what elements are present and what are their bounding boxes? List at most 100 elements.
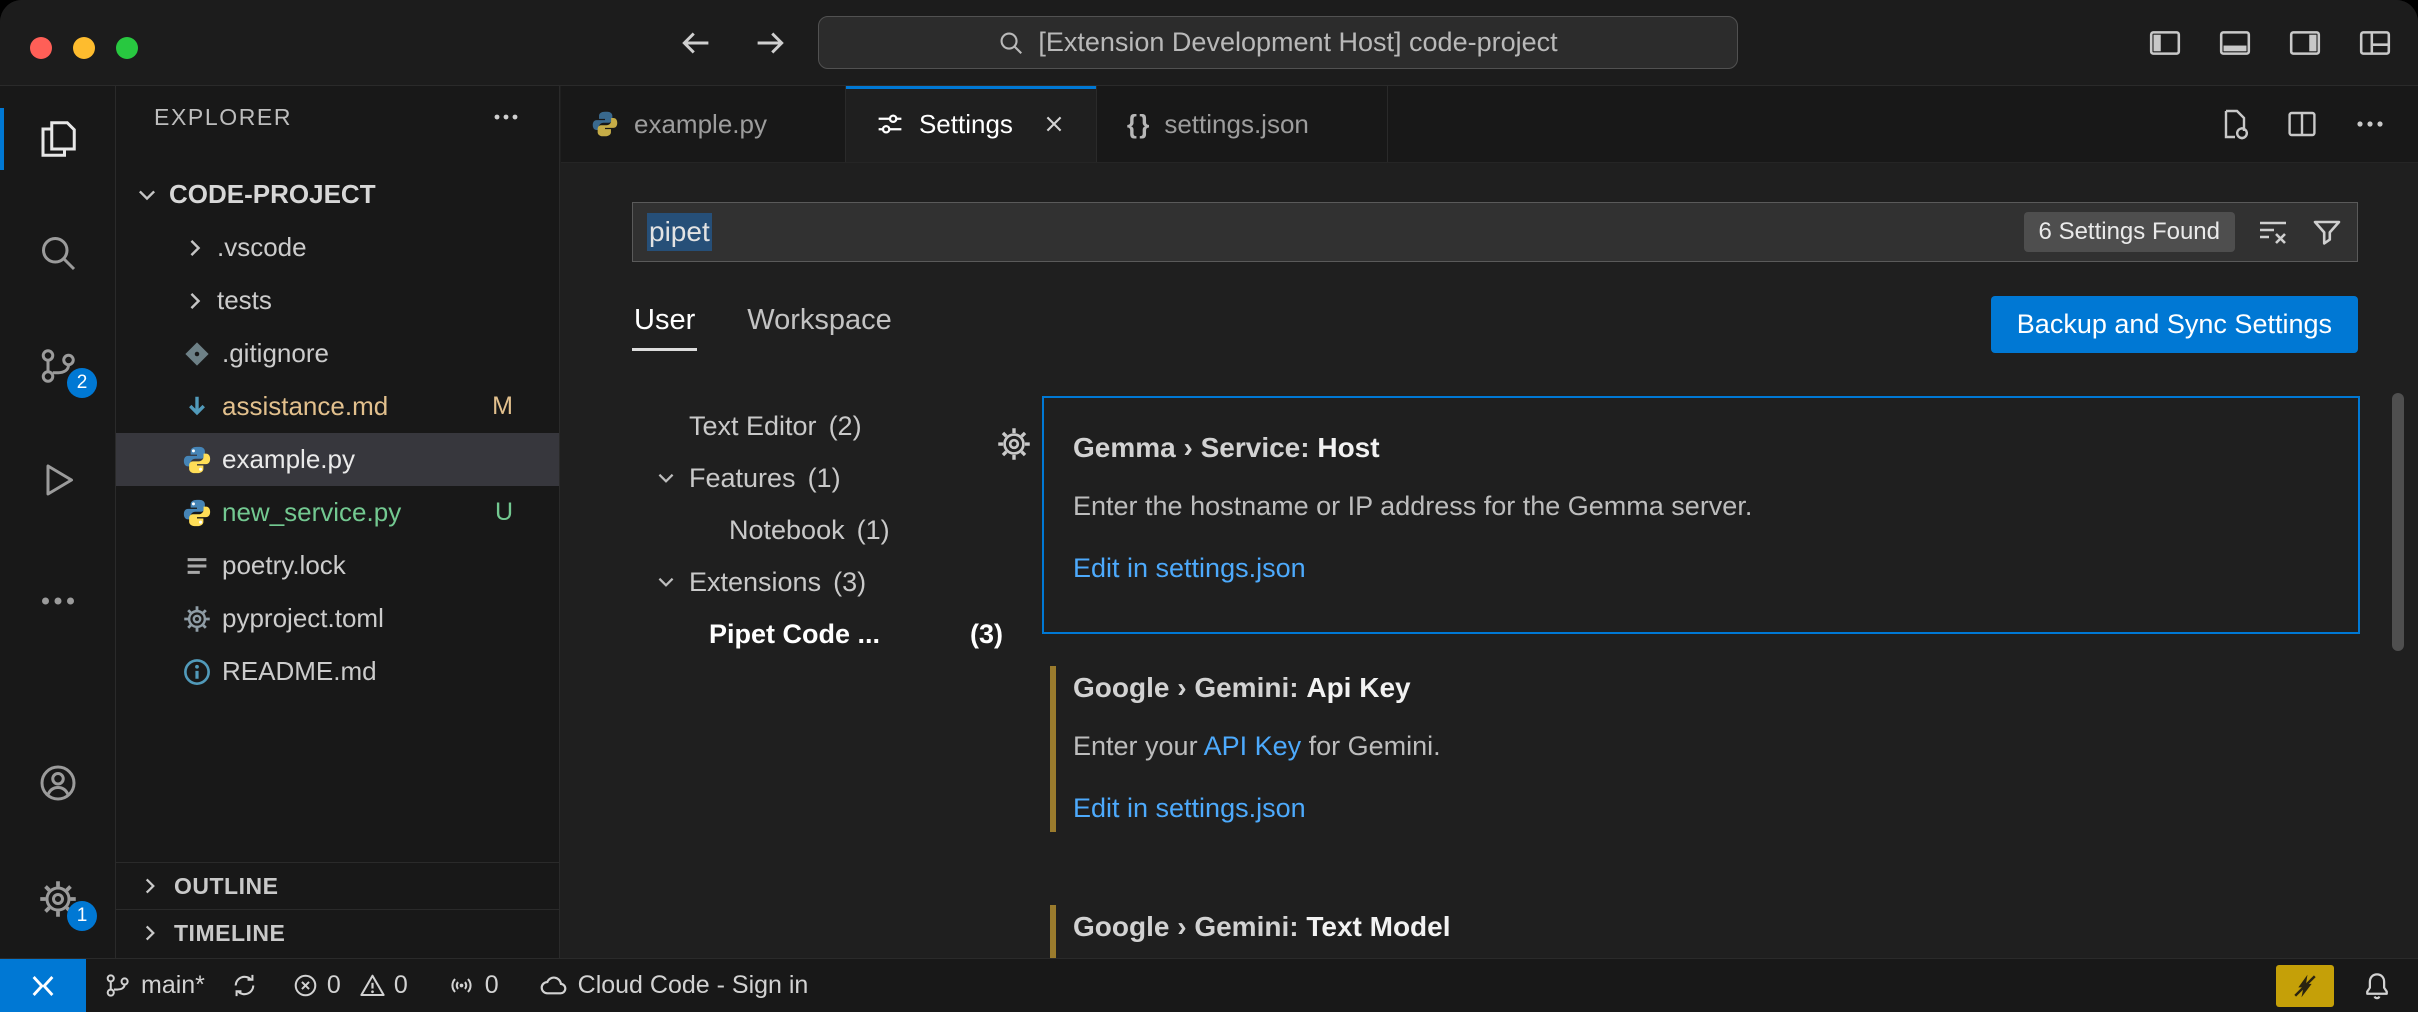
traffic-lights <box>30 37 138 59</box>
explorer-sidebar: EXPLORER CODE-PROJECT .vscode <box>116 86 560 958</box>
tree-item-vscode[interactable]: .vscode <box>116 221 559 274</box>
toggle-primary-sidebar-icon[interactable] <box>2148 26 2182 60</box>
tab-example-py[interactable]: example.py <box>561 86 846 162</box>
lock-file-icon <box>180 551 214 581</box>
tree-item-tests[interactable]: tests <box>116 274 559 327</box>
search-icon <box>998 30 1024 56</box>
tree-item-example-py[interactable]: example.py <box>116 433 559 486</box>
sidebar-item-run-debug[interactable] <box>0 444 115 516</box>
tree-item-poetry-lock[interactable]: poetry.lock <box>116 539 559 592</box>
manage-button[interactable]: 1 <box>0 863 115 935</box>
timeline-section-header[interactable]: TIMELINE <box>116 909 559 956</box>
settings-toc: Text Editor (2) Features (1) Notebook (1… <box>601 400 1037 660</box>
settings-search-input[interactable]: pipet 6 Settings Found <box>632 202 2358 262</box>
sidebar-item-more-views[interactable] <box>0 565 115 637</box>
settings-editor: pipet 6 Settings Found User Workspace Ba… <box>561 163 2418 958</box>
ports-status[interactable]: 0 <box>448 971 499 1000</box>
toc-item-features[interactable]: Features (1) <box>601 452 1037 504</box>
source-control-badge: 2 <box>67 368 97 398</box>
setting-title: Google › Gemini: Text Model <box>1073 909 2360 945</box>
ellipsis-icon <box>38 581 78 621</box>
remote-indicator[interactable] <box>0 959 86 1012</box>
extension-host-status[interactable] <box>2276 965 2334 1007</box>
git-branch-status[interactable]: main* <box>104 971 205 1000</box>
filter-icon[interactable] <box>2311 216 2343 248</box>
tree-item-new-service-py[interactable]: new_service.py U <box>116 486 559 539</box>
close-button[interactable] <box>30 37 52 59</box>
file-tree: CODE-PROJECT .vscode tests .gitignore <box>116 148 559 698</box>
split-editor-icon[interactable] <box>2286 108 2318 140</box>
tree-item-assistance-md[interactable]: assistance.md M <box>116 380 559 433</box>
chevron-right-icon <box>180 235 210 261</box>
cloud-code-status[interactable]: Cloud Code - Sign in <box>539 971 809 1000</box>
window-title: [Extension Development Host] code-projec… <box>1038 27 1557 58</box>
nav-forward-icon[interactable] <box>752 25 788 61</box>
zoom-button[interactable] <box>116 37 138 59</box>
edit-in-settings-json-link[interactable]: Edit in settings.json <box>1073 550 2330 586</box>
setting-title: Google › Gemini: Api Key <box>1073 670 2360 706</box>
python-file-icon <box>591 110 619 138</box>
edit-in-settings-json-link[interactable]: Edit in settings.json <box>1073 790 2360 826</box>
open-settings-json-icon[interactable] <box>2218 108 2250 140</box>
command-center[interactable]: [Extension Development Host] code-projec… <box>818 16 1738 69</box>
manage-badge: 1 <box>67 901 97 931</box>
backup-sync-button[interactable]: Backup and Sync Settings <box>1991 296 2358 353</box>
tab-settings-json[interactable]: { } settings.json <box>1097 86 1388 162</box>
toc-item-extensions[interactable]: Extensions (3) <box>601 556 1037 608</box>
info-file-icon <box>180 657 214 687</box>
settings-sliders-icon <box>876 110 904 138</box>
more-actions-icon[interactable] <box>2354 108 2386 140</box>
problems-status[interactable]: 0 0 <box>292 971 408 1000</box>
chevron-right-icon <box>138 874 162 898</box>
toc-item-text-editor[interactable]: Text Editor (2) <box>601 400 1037 452</box>
bell-icon[interactable] <box>2362 971 2392 1001</box>
sync-changes-button[interactable] <box>231 972 258 999</box>
close-tab-icon[interactable] <box>1042 112 1066 136</box>
toggle-panel-icon[interactable] <box>2218 26 2252 60</box>
search-query-text: pipet <box>647 213 712 251</box>
python-file-icon <box>180 498 214 528</box>
git-file-icon <box>180 339 214 369</box>
explorer-more-actions-icon[interactable] <box>491 102 521 132</box>
status-bar: main* 0 0 0 <box>0 958 2418 1012</box>
tab-settings[interactable]: Settings <box>846 86 1097 162</box>
files-icon <box>38 119 78 159</box>
toc-item-notebook[interactable]: Notebook (1) <box>601 504 1037 556</box>
setting-google-gemini-text-model[interactable]: Google › Gemini: Text Model <box>1050 905 2360 958</box>
tree-item-gitignore[interactable]: .gitignore <box>116 327 559 380</box>
chevron-right-icon <box>138 921 162 945</box>
api-key-link[interactable]: API Key <box>1204 731 1302 761</box>
radio-tower-icon <box>448 972 475 999</box>
outline-section-header[interactable]: OUTLINE <box>116 862 559 909</box>
toc-item-pipet-code[interactable]: Pipet Code ... (3) <box>601 608 1037 660</box>
toggle-secondary-sidebar-icon[interactable] <box>2288 26 2322 60</box>
account-icon <box>38 763 78 803</box>
nav-back-icon[interactable] <box>678 25 714 61</box>
chevron-down-icon <box>651 466 681 490</box>
scrollbar-thumb[interactable] <box>2392 393 2404 651</box>
results-count-badge: 6 Settings Found <box>2024 212 2235 252</box>
customize-layout-icon[interactable] <box>2358 26 2392 60</box>
chevron-down-icon <box>651 570 681 594</box>
tree-item-pyproject-toml[interactable]: pyproject.toml <box>116 592 559 645</box>
setting-gemma-service-host[interactable]: Gemma › Service: Host Enter the hostname… <box>1042 396 2360 634</box>
tree-root-folder[interactable]: CODE-PROJECT <box>116 168 559 221</box>
scope-tab-user[interactable]: User <box>632 296 697 353</box>
accounts-button[interactable] <box>0 747 115 819</box>
branch-icon <box>104 972 131 999</box>
tree-item-readme-md[interactable]: README.md <box>116 645 559 698</box>
sidebar-item-explorer[interactable] <box>0 103 115 175</box>
clear-search-icon[interactable] <box>2257 216 2289 248</box>
search-icon <box>38 233 78 273</box>
python-file-icon <box>180 445 214 475</box>
setting-google-gemini-api-key[interactable]: Google › Gemini: Api Key Enter your API … <box>1050 666 2360 832</box>
sidebar-item-search[interactable] <box>0 217 115 289</box>
json-braces-icon: { } <box>1127 109 1149 140</box>
git-untracked-badge: U <box>495 498 513 527</box>
setting-actions-gear-icon[interactable] <box>996 426 1032 462</box>
sidebar-item-source-control[interactable]: 2 <box>0 330 115 402</box>
sync-icon <box>231 972 258 999</box>
minimize-button[interactable] <box>73 37 95 59</box>
scope-tab-workspace[interactable]: Workspace <box>745 296 894 353</box>
git-modified-badge: M <box>492 392 513 421</box>
